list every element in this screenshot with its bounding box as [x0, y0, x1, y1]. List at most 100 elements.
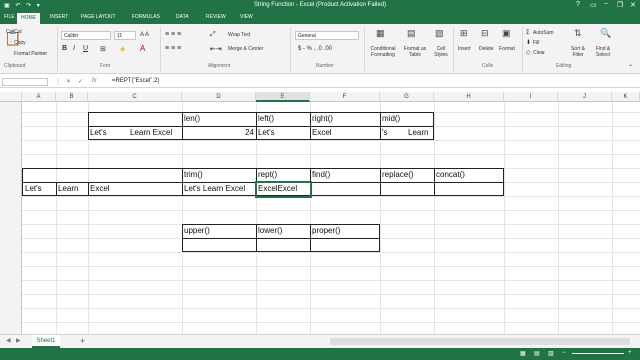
sheet-tab-sheet1[interactable]: Sheet1 — [32, 335, 60, 348]
column-header-f[interactable]: F — [310, 92, 380, 102]
column-header-h[interactable]: H — [434, 92, 504, 102]
cell-trim-header[interactable]: trim() — [184, 168, 203, 182]
column-header-g[interactable]: G — [380, 92, 434, 102]
restore-icon[interactable]: ❐ — [617, 1, 623, 9]
fill-icon[interactable]: ⬇ — [526, 39, 531, 46]
format-as-table-icon[interactable]: ▤ — [407, 28, 416, 39]
column-header-e[interactable]: E — [256, 92, 310, 102]
autosum-button[interactable]: AutoSum — [533, 30, 554, 36]
ribbon-display-icon[interactable]: ▭ — [590, 1, 597, 9]
conditional-formatting-icon[interactable]: ▦ — [376, 28, 385, 39]
align-top-icon[interactable]: ≡ ≡ ≡ — [165, 31, 181, 38]
orientation-icon[interactable]: ⤢ — [210, 31, 216, 39]
copy-button[interactable]: Copy — [14, 40, 26, 46]
borders-icon[interactable]: ⊞ — [100, 45, 106, 53]
sheet-nav-next-icon[interactable]: ▶ — [16, 337, 21, 344]
font-size-select[interactable]: 11 — [114, 31, 136, 40]
column-header-j[interactable]: J — [558, 92, 612, 102]
row-header-strip[interactable] — [0, 102, 22, 334]
page-layout-view-icon[interactable]: ▤ — [534, 350, 540, 357]
format-cells-icon[interactable]: ▣ — [502, 28, 511, 39]
cell-trim-result[interactable]: Let's Learn Excel — [184, 182, 245, 196]
tab-insert[interactable]: INSERT — [50, 14, 68, 20]
tab-data[interactable]: DATA — [176, 14, 189, 20]
font-name-select[interactable]: Calibri — [61, 31, 111, 40]
cell-right-result[interactable]: Excel — [312, 126, 332, 140]
merge-center-button[interactable]: Merge & Center — [228, 46, 263, 52]
autosum-icon[interactable]: Σ — [526, 30, 530, 36]
select-all-corner[interactable] — [0, 92, 22, 102]
number-format-icons[interactable]: $ - % , .0 .00 — [298, 46, 332, 52]
underline-icon[interactable]: U — [83, 45, 88, 52]
cell-mid-result-2[interactable]: Learn — [408, 126, 428, 140]
number-format-select[interactable]: General — [295, 31, 359, 40]
column-header-c[interactable]: C — [88, 92, 182, 102]
cell-len-header[interactable]: len() — [184, 112, 200, 126]
tab-page-layout[interactable]: PAGE LAYOUT — [81, 14, 116, 20]
sheet-nav-prev-icon[interactable]: ◀ — [6, 337, 11, 344]
conditional-formatting-button[interactable]: Conditional Formatting — [366, 46, 400, 58]
name-box[interactable] — [2, 78, 48, 86]
cell-upper-header[interactable]: upper() — [184, 224, 210, 238]
tab-view[interactable]: VIEW — [240, 14, 253, 20]
close-icon[interactable]: ✕ — [630, 1, 636, 9]
indent-icon[interactable]: ⇤⇥ — [210, 45, 222, 53]
format-as-table-button[interactable]: Format as Table — [400, 46, 430, 58]
format-painter-button[interactable]: Format Painter — [14, 51, 47, 57]
cell-styles-icon[interactable]: ▧ — [435, 28, 444, 39]
font-color-icon[interactable]: A — [140, 44, 145, 53]
insert-cells-button[interactable]: Insert — [458, 46, 471, 52]
wrap-text-button[interactable]: Wrap Text — [228, 32, 250, 38]
cell-a-lets[interactable]: Let's — [25, 182, 42, 196]
cell-lets[interactable]: Let's — [90, 126, 107, 140]
formula-input[interactable]: =REPT("Excel",2) — [112, 78, 159, 84]
cut-button[interactable]: Cut — [6, 29, 14, 35]
insert-cells-icon[interactable]: ⊞ — [460, 28, 468, 39]
zoom-out-icon[interactable]: − — [562, 350, 566, 356]
collapse-ribbon-icon[interactable]: ⌃ — [628, 64, 633, 71]
cell-right-header[interactable]: right() — [312, 112, 333, 126]
tab-formulas[interactable]: FORMULAS — [132, 14, 160, 20]
add-sheet-icon[interactable]: + — [80, 336, 85, 346]
page-break-view-icon[interactable]: ▥ — [548, 350, 554, 357]
sort-filter-button[interactable]: Sort & Filter — [566, 46, 590, 58]
cell-b-learn[interactable]: Learn — [58, 182, 78, 196]
tab-home[interactable]: HOME — [17, 13, 40, 24]
cell-c-excel[interactable]: Excel — [90, 182, 110, 196]
column-header-b[interactable]: B — [56, 92, 88, 102]
cell-learn-excel[interactable]: Learn Excel — [130, 126, 172, 140]
column-header-d[interactable]: D — [182, 92, 256, 102]
formula-bar-menu-icon[interactable]: ⋮ — [55, 78, 61, 85]
horizontal-scrollbar[interactable] — [330, 338, 630, 345]
cell-find-header[interactable]: find() — [312, 168, 330, 182]
fill-button[interactable]: Fill — [533, 40, 539, 46]
delete-cells-button[interactable]: Delete — [479, 46, 493, 52]
format-cells-button[interactable]: Format — [499, 46, 515, 52]
column-header-i[interactable]: I — [504, 92, 558, 102]
column-header-a[interactable]: A — [22, 92, 56, 102]
enter-icon[interactable]: ✓ — [78, 78, 83, 85]
clear-button[interactable]: Clear — [533, 50, 545, 56]
zoom-slider[interactable] — [572, 353, 624, 354]
clear-icon[interactable]: ◇ — [526, 49, 531, 56]
help-icon[interactable]: ? — [576, 1, 580, 8]
cancel-icon[interactable]: ✕ — [66, 78, 71, 85]
cell-mid-header[interactable]: mid() — [382, 112, 400, 126]
cell-proper-header[interactable]: proper() — [312, 224, 340, 238]
cell-rept-header[interactable]: rept() — [258, 168, 277, 182]
cell-styles-button[interactable]: Cell Styles — [430, 46, 452, 58]
cell-left-header[interactable]: left() — [258, 112, 274, 126]
minimize-icon[interactable]: − — [604, 1, 608, 8]
fill-color-icon[interactable]: ◈ — [120, 45, 125, 53]
cell-concat-header[interactable]: concat() — [436, 168, 465, 182]
font-grow-icon[interactable]: A A — [140, 32, 149, 38]
italic-icon[interactable]: I — [73, 45, 75, 52]
cell-mid-result[interactable]: 's — [382, 126, 388, 140]
normal-view-icon[interactable]: ▦ — [520, 350, 526, 357]
cell-len-result[interactable]: 24 — [182, 126, 254, 140]
column-header-k[interactable]: K — [612, 92, 640, 102]
zoom-in-icon[interactable]: + — [628, 350, 632, 356]
bold-icon[interactable]: B — [62, 45, 67, 52]
cell-lower-header[interactable]: lower() — [258, 224, 282, 238]
insert-function-icon[interactable]: fx — [92, 78, 97, 84]
